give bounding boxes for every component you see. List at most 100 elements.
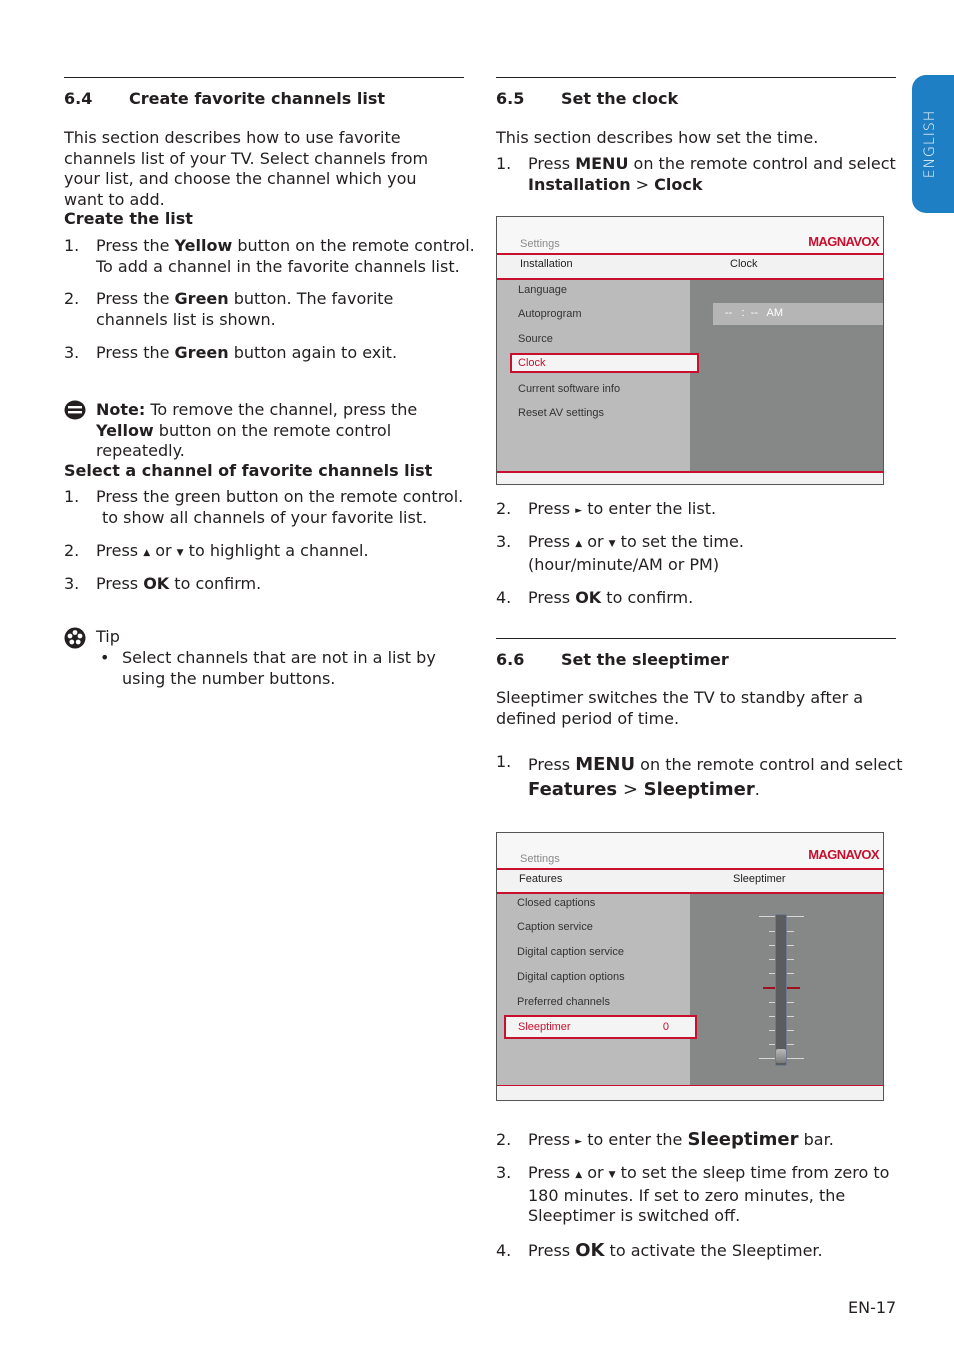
list-item: 1. Press MENU on the remote control and … <box>496 752 903 800</box>
section-number: 6.6 <box>496 650 525 669</box>
section-title: Set the sleeptimer <box>561 650 729 669</box>
list-item: 2. Press ► to enter the Sleeptimer bar. <box>496 1128 901 1152</box>
magnavox-logo: MAGNAVOX <box>808 847 879 862</box>
section-intro: Sleeptimer switches the TV to standby af… <box>496 688 864 728</box>
step-text: Press ► to enter the list. <box>528 499 717 518</box>
tv-menu-item[interactable]: Current software info <box>518 383 620 395</box>
step-number: 1. <box>496 752 512 771</box>
step-text: Press the green button on the remote con… <box>96 487 464 527</box>
tip-icon <box>64 627 86 649</box>
step-text: Press ► to enter the Sleeptimer bar. <box>528 1129 834 1150</box>
tv-menu-item[interactable]: Digital caption service <box>517 946 624 958</box>
note-icon <box>64 400 86 420</box>
step-text: Press OK to activate the Sleeptimer. <box>528 1240 823 1261</box>
list-item: 4. Press OK to activate the Sleeptimer. <box>496 1239 901 1263</box>
language-tab-label: ENGLISH <box>922 109 939 179</box>
list-item: 3. Press OK to confirm. <box>64 574 464 596</box>
page-number: EN-17 <box>848 1298 897 1317</box>
step-number: 4. <box>496 588 512 607</box>
sleeptimer-value: 0 <box>662 1021 669 1033</box>
step-number: 1. <box>496 154 512 173</box>
down-arrow-icon: ▼ <box>176 548 184 558</box>
list-item: 3. Press ▲ or ▼ to set the sleep time fr… <box>496 1163 901 1227</box>
section-title: Set the clock <box>561 89 679 108</box>
step-text: Press ▲ or ▼ to highlight a channel. <box>96 541 369 560</box>
tv-breadcrumb-right: Sleeptimer <box>733 873 786 885</box>
step-number: 2. <box>64 289 80 308</box>
magnavox-logo: MAGNAVOX <box>808 234 879 249</box>
list-item: 3. Press ▲ or ▼ to set the time. (hour/mi… <box>496 532 896 574</box>
list-item: 2. Press ► to enter the list. <box>496 499 896 521</box>
step-text: Press ▲ or ▼ to set the sleep time from … <box>528 1163 890 1225</box>
list-item: 2. Press ▲ or ▼ to highlight a channel. <box>64 541 464 563</box>
section-intro: This section describes how set the time. <box>496 128 819 147</box>
list-item: 1. Press the Yellow button on the remote… <box>64 236 475 278</box>
language-tab: ENGLISH <box>912 75 954 213</box>
step-text: Press ▲ or ▼ to set the time. (hour/minut… <box>528 532 744 574</box>
tv-menu-item-label: Clock <box>518 357 546 369</box>
list-item: 1. Press MENU on the remote control and … <box>496 154 896 196</box>
tv-menu-item-label: Sleeptimer <box>518 1021 571 1033</box>
list-item: 2. Press the Green button. The favorite … <box>64 289 464 331</box>
section-title: Create favorite channels list <box>129 89 385 108</box>
step-text: Press the Green button. The favorite cha… <box>96 289 394 329</box>
tv-breadcrumb-right: Clock <box>730 258 758 270</box>
tv-menu-item[interactable]: Closed captions <box>517 897 595 909</box>
step-text: Press MENU on the remote control and sel… <box>528 754 903 800</box>
step-number: 4. <box>496 1241 512 1260</box>
subheading-select-channel: Select a channel of favorite channels li… <box>64 461 433 480</box>
down-arrow-icon: ▼ <box>608 539 616 549</box>
step-number: 2. <box>496 1130 512 1149</box>
tv-footer <box>497 1087 883 1100</box>
subheading-create-list: Create the list <box>64 209 193 228</box>
tv-menu-screen-clock: Settings MAGNAVOX Installation Clock Lan… <box>496 216 884 485</box>
tv-footer-divider <box>497 1085 883 1086</box>
tv-breadcrumb-left: Installation <box>520 258 573 270</box>
section-number: 6.4 <box>64 89 93 108</box>
step-number: 3. <box>496 1163 512 1182</box>
tv-menu-item[interactable]: Caption service <box>517 921 593 933</box>
section-number: 6.5 <box>496 89 525 108</box>
step-text: Press OK to confirm. <box>96 574 262 593</box>
tip-text: Select channels that are not in a list b… <box>122 648 436 688</box>
tv-menu-item[interactable]: Autoprogram <box>518 308 582 320</box>
step-text: Press OK to confirm. <box>528 588 694 607</box>
section-divider <box>496 77 896 78</box>
section-divider <box>496 638 896 639</box>
tv-header-divider <box>497 868 883 870</box>
down-arrow-icon: ▼ <box>608 1170 616 1180</box>
slider-handle[interactable] <box>776 1049 786 1063</box>
step-number: 1. <box>64 487 80 506</box>
tv-menu-item-selected[interactable]: Clock <box>510 353 699 373</box>
step-number: 2. <box>64 541 80 560</box>
slider-track <box>775 914 787 1066</box>
list-item: 1. Press the green button on the remote … <box>64 487 464 529</box>
step-number: 3. <box>64 343 80 362</box>
tv-menu-item[interactable]: Reset AV settings <box>518 407 604 419</box>
step-number: 1. <box>64 236 80 255</box>
step-text: Press MENU on the remote control and sel… <box>528 154 896 194</box>
tv-header-divider <box>497 253 883 255</box>
section-divider <box>64 77 464 78</box>
tv-footer <box>497 473 883 484</box>
bullet: • <box>100 648 110 667</box>
step-number: 2. <box>496 499 512 518</box>
time-value: -- : -- AM <box>725 307 784 319</box>
step-number: 3. <box>64 574 80 593</box>
step-text: Press the Yellow button on the remote co… <box>96 236 475 276</box>
tip-label: Tip <box>96 627 120 646</box>
tv-settings-label: Settings <box>520 238 560 250</box>
section-intro: This section describes how to use favori… <box>64 128 429 209</box>
tv-settings-label: Settings <box>520 853 560 865</box>
tv-menu-item[interactable]: Digital caption options <box>517 971 625 983</box>
tv-menu-screen-sleeptimer: Settings MAGNAVOX Features Sleeptimer Cl… <box>496 832 884 1101</box>
time-input[interactable]: -- : -- AM <box>713 303 883 325</box>
list-item: 4. Press OK to confirm. <box>496 588 896 610</box>
note-text: Note: To remove the channel, press the Y… <box>96 400 418 460</box>
tv-menu-item[interactable]: Preferred channels <box>517 996 610 1008</box>
tv-menu-item[interactable]: Language <box>518 284 567 296</box>
tv-breadcrumb-left: Features <box>519 873 563 885</box>
step-number: 3. <box>496 532 512 551</box>
tv-menu-item-selected[interactable]: Sleeptimer 0 <box>504 1015 697 1039</box>
tv-menu-item[interactable]: Source <box>518 333 553 345</box>
